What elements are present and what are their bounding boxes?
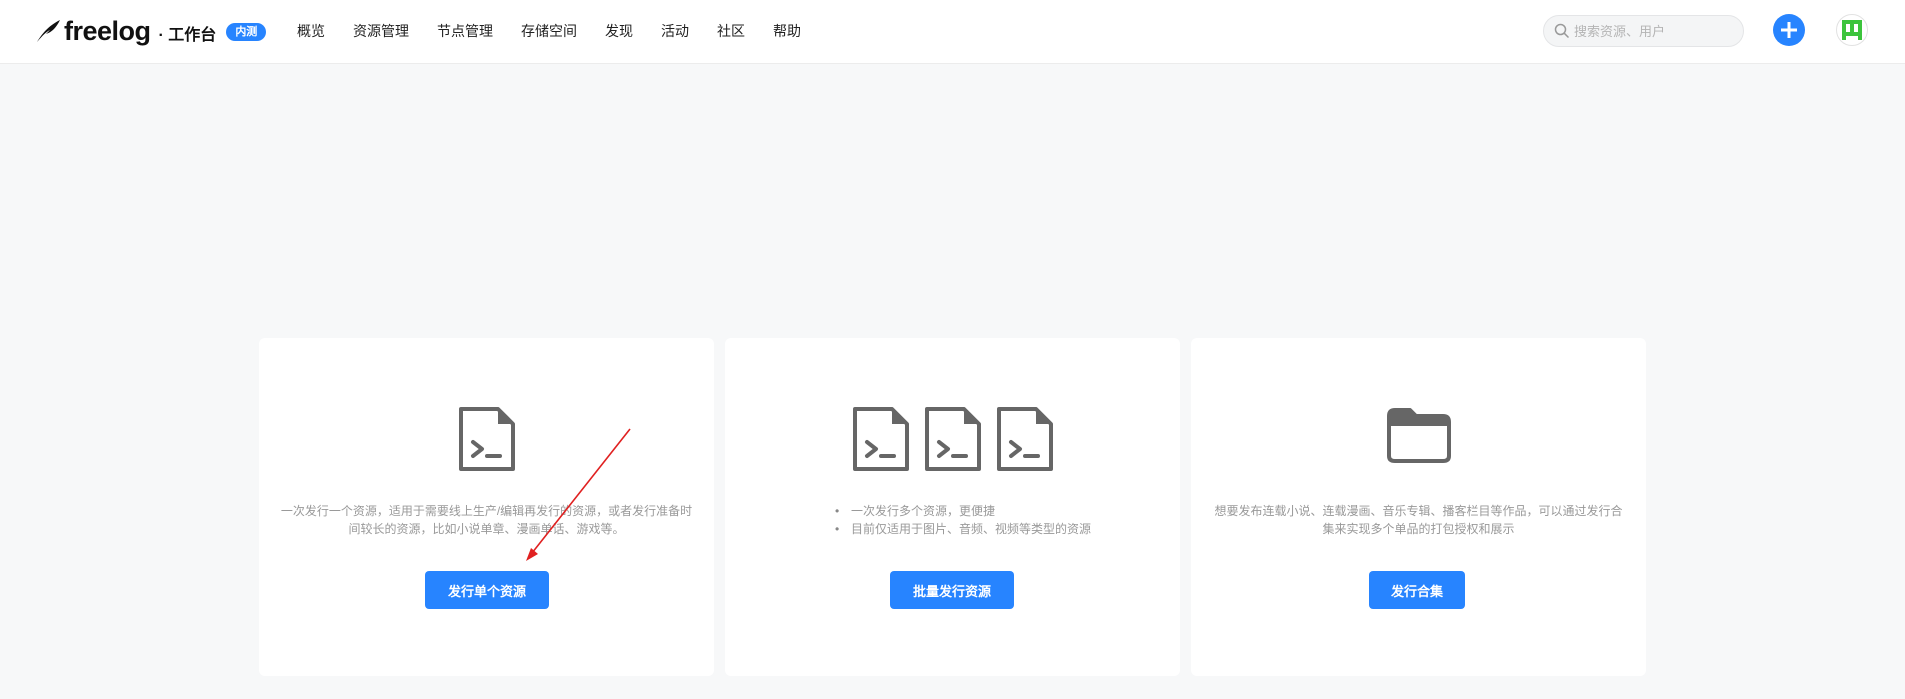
feather-logo-icon [37,20,60,42]
search-box[interactable] [1543,15,1744,47]
nav-discover[interactable]: 发现 [605,20,633,42]
release-single-resource-button[interactable]: 发行单个资源 [425,571,549,609]
collection-release-description: 想要发布连载小说、连载漫画、音乐专辑、播客栏目等作品，可以通过发行合集来实现多个… [1214,504,1623,536]
search-input[interactable] [1574,23,1744,39]
top-header: freelog · 工作台 内测 概览 资源管理 节点管理 存储空间 发现 活动… [0,0,1905,64]
beta-badge: 内测 [226,23,267,41]
search-icon [1554,23,1570,39]
nav-activities[interactable]: 活动 [661,20,689,42]
file-terminal-icon [924,407,981,471]
list-item: 目前仅适用于图片、音频、视频等类型的资源 [835,520,1160,538]
file-terminal-icon [458,407,515,471]
nav-node-management[interactable]: 节点管理 [437,20,493,42]
batch-release-card: 一次发行多个资源，更便捷 目前仅适用于图片、音频、视频等类型的资源 批量发行资源 [725,338,1180,676]
nav-storage[interactable]: 存储空间 [521,20,577,42]
single-release-description: 一次发行一个资源，适用于需要线上生产/编辑再发行的资源，或者发行准备时间较长的资… [280,504,693,536]
nav-resource-management[interactable]: 资源管理 [353,20,409,42]
workbench-label: · 工作台 [158,26,217,44]
file-terminal-icon [852,407,909,471]
create-button[interactable] [1773,14,1805,46]
folder-icon [1386,408,1451,463]
batch-release-description: 一次发行多个资源，更便捷 目前仅适用于图片、音频、视频等类型的资源 [835,502,1160,538]
user-avatar[interactable] [1836,14,1868,46]
list-item: 一次发行多个资源，更便捷 [835,502,1160,520]
single-release-card: 一次发行一个资源，适用于需要线上生产/编辑再发行的资源，或者发行准备时间较长的资… [259,338,714,676]
collection-release-card: 想要发布连载小说、连载漫画、音乐专辑、播客栏目等作品，可以通过发行合集来实现多个… [1191,338,1646,676]
avatar-identicon [1842,20,1862,40]
file-terminal-icon [996,407,1053,471]
batch-release-button[interactable]: 批量发行资源 [890,571,1014,609]
nav-overview[interactable]: 概览 [297,20,325,42]
nav-community[interactable]: 社区 [717,20,745,42]
main-nav: 概览 资源管理 节点管理 存储空间 发现 活动 社区 帮助 [297,20,801,42]
logo-text: freelog [64,16,151,46]
release-collection-button[interactable]: 发行合集 [1369,571,1465,609]
plus-icon [1781,22,1797,38]
nav-help[interactable]: 帮助 [773,20,801,42]
freelog-logo[interactable]: freelog · 工作台 内测 [34,16,267,46]
